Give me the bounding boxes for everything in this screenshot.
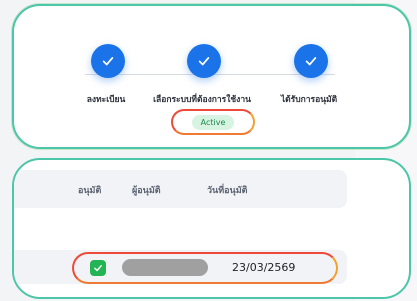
table-header-row: อนุมัติ ผู้อนุมัติ วันที่อนุมัติ (14, 170, 347, 208)
step-3-label: ได้รับการอนุมัติ (280, 95, 338, 105)
approver-redacted (122, 259, 208, 276)
header-approval: อนุมัติ (78, 186, 102, 196)
step-2-label: เลือกระบบที่ต้องการใช้งาน (153, 95, 251, 105)
step-1-check-icon (91, 44, 125, 78)
stepper-card: ลงทะเบียน เลือกระบบที่ต้องการใช้งาน ได้ร… (12, 4, 411, 149)
header-approver: ผู้อนุมัติ (132, 186, 161, 196)
approval-table-card: อนุมัติ ผู้อนุมัติ วันที่อนุมัติ 23/03/2… (12, 158, 411, 299)
status-badge-highlight: Active (171, 109, 255, 135)
header-approved-date: วันที่อนุมัติ (207, 186, 248, 196)
step-1-label: ลงทะเบียน (86, 95, 126, 105)
step-2-check-icon (187, 44, 221, 78)
status-badge: Active (191, 114, 235, 130)
approved-date-cell: 23/03/2569 (232, 261, 296, 274)
step-3-check-icon (294, 44, 328, 78)
approved-checkbox-icon[interactable] (90, 260, 106, 276)
